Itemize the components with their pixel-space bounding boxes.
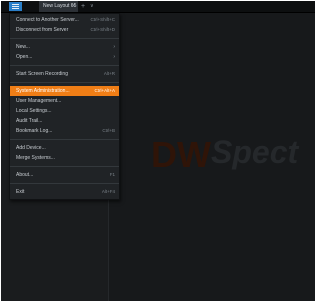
menu-item-shortcut: Ctrl+B	[102, 128, 115, 133]
app-window: New Layout 65 × + ∨ DW Spect Connect to …	[1, 1, 315, 301]
menu-item-label: Start Screen Recording	[16, 71, 68, 77]
menu-item-label: New...	[16, 44, 30, 50]
menu-item-label: Open...	[16, 54, 33, 60]
hamburger-icon-line	[12, 8, 19, 9]
menu-item-label: System Administration...	[16, 88, 70, 94]
menu-item-shortcut: Ctrl+Alt+A	[94, 88, 115, 93]
menu-item-shortcut: Ctrl+Shift+C	[90, 17, 115, 22]
menu-item-shortcut: Alt+R	[103, 71, 115, 76]
menu-item-local-settings[interactable]: Local Settings...	[10, 106, 119, 116]
menu-item-label: Add Device...	[16, 145, 46, 151]
main-menu-button[interactable]	[9, 2, 22, 11]
close-icon[interactable]: ×	[72, 1, 75, 12]
menu-item-add-device[interactable]: Add Device...	[10, 143, 119, 153]
menu-item-label: Disconnect from Server	[16, 27, 69, 33]
menu-item-label: About...	[16, 172, 34, 178]
menu-item-label: Merge Systems...	[16, 155, 55, 161]
dw-spectrum-watermark: DW Spect	[149, 133, 315, 177]
menu-item-label: Audit Trail...	[16, 118, 43, 124]
chevron-right-icon: ›	[113, 44, 115, 50]
menu-separator	[10, 38, 119, 39]
menu-item-label: Exit	[16, 189, 25, 195]
menu-item-shortcut: Ctrl+Shift+D	[90, 27, 115, 32]
menu-item-about[interactable]: About... F1	[10, 170, 119, 180]
watermark-part1: DW	[151, 134, 211, 175]
main-menu: Connect to Another Server... Ctrl+Shift+C…	[9, 13, 120, 200]
menu-separator	[10, 139, 119, 140]
menu-item-label: User Management...	[16, 98, 62, 104]
menu-item-user-management[interactable]: User Management...	[10, 96, 119, 106]
watermark-part2: Spect	[211, 134, 299, 170]
menu-separator	[10, 166, 119, 167]
menu-item-open[interactable]: Open... ›	[10, 52, 119, 62]
menu-item-label: Bookmark Log...	[16, 128, 53, 134]
chevron-down-icon[interactable]: ∨	[90, 1, 94, 12]
menu-item-exit[interactable]: Exit Alt+F4	[10, 187, 119, 197]
menu-item-start-screen-recording[interactable]: Start Screen Recording Alt+R	[10, 69, 119, 79]
tab-new-layout[interactable]: New Layout 65 ×	[39, 1, 78, 12]
menu-item-disconnect-from-server[interactable]: Disconnect from Server Ctrl+Shift+D	[10, 25, 119, 35]
hamburger-icon	[12, 4, 19, 5]
menu-item-audit-trail[interactable]: Audit Trail...	[10, 116, 119, 126]
menu-item-shortcut: F1	[109, 172, 115, 177]
tab-bar: New Layout 65 × + ∨	[1, 1, 315, 13]
menu-separator	[10, 82, 119, 83]
menu-separator	[10, 65, 119, 66]
menu-item-bookmark-log[interactable]: Bookmark Log... Ctrl+B	[10, 126, 119, 136]
add-tab-icon[interactable]: +	[81, 1, 85, 12]
menu-item-label: Connect to Another Server...	[16, 17, 79, 23]
chevron-right-icon: ›	[113, 54, 115, 60]
hamburger-icon-line	[12, 6, 19, 7]
menu-item-merge-systems[interactable]: Merge Systems...	[10, 153, 119, 163]
menu-item-new[interactable]: New... ›	[10, 42, 119, 52]
menu-item-shortcut: Alt+F4	[101, 189, 115, 194]
menu-separator	[10, 183, 119, 184]
menu-item-label: Local Settings...	[16, 108, 52, 114]
menu-item-system-administration[interactable]: System Administration... Ctrl+Alt+A	[10, 86, 119, 96]
menu-item-connect-to-another-server[interactable]: Connect to Another Server... Ctrl+Shift+C	[10, 15, 119, 25]
